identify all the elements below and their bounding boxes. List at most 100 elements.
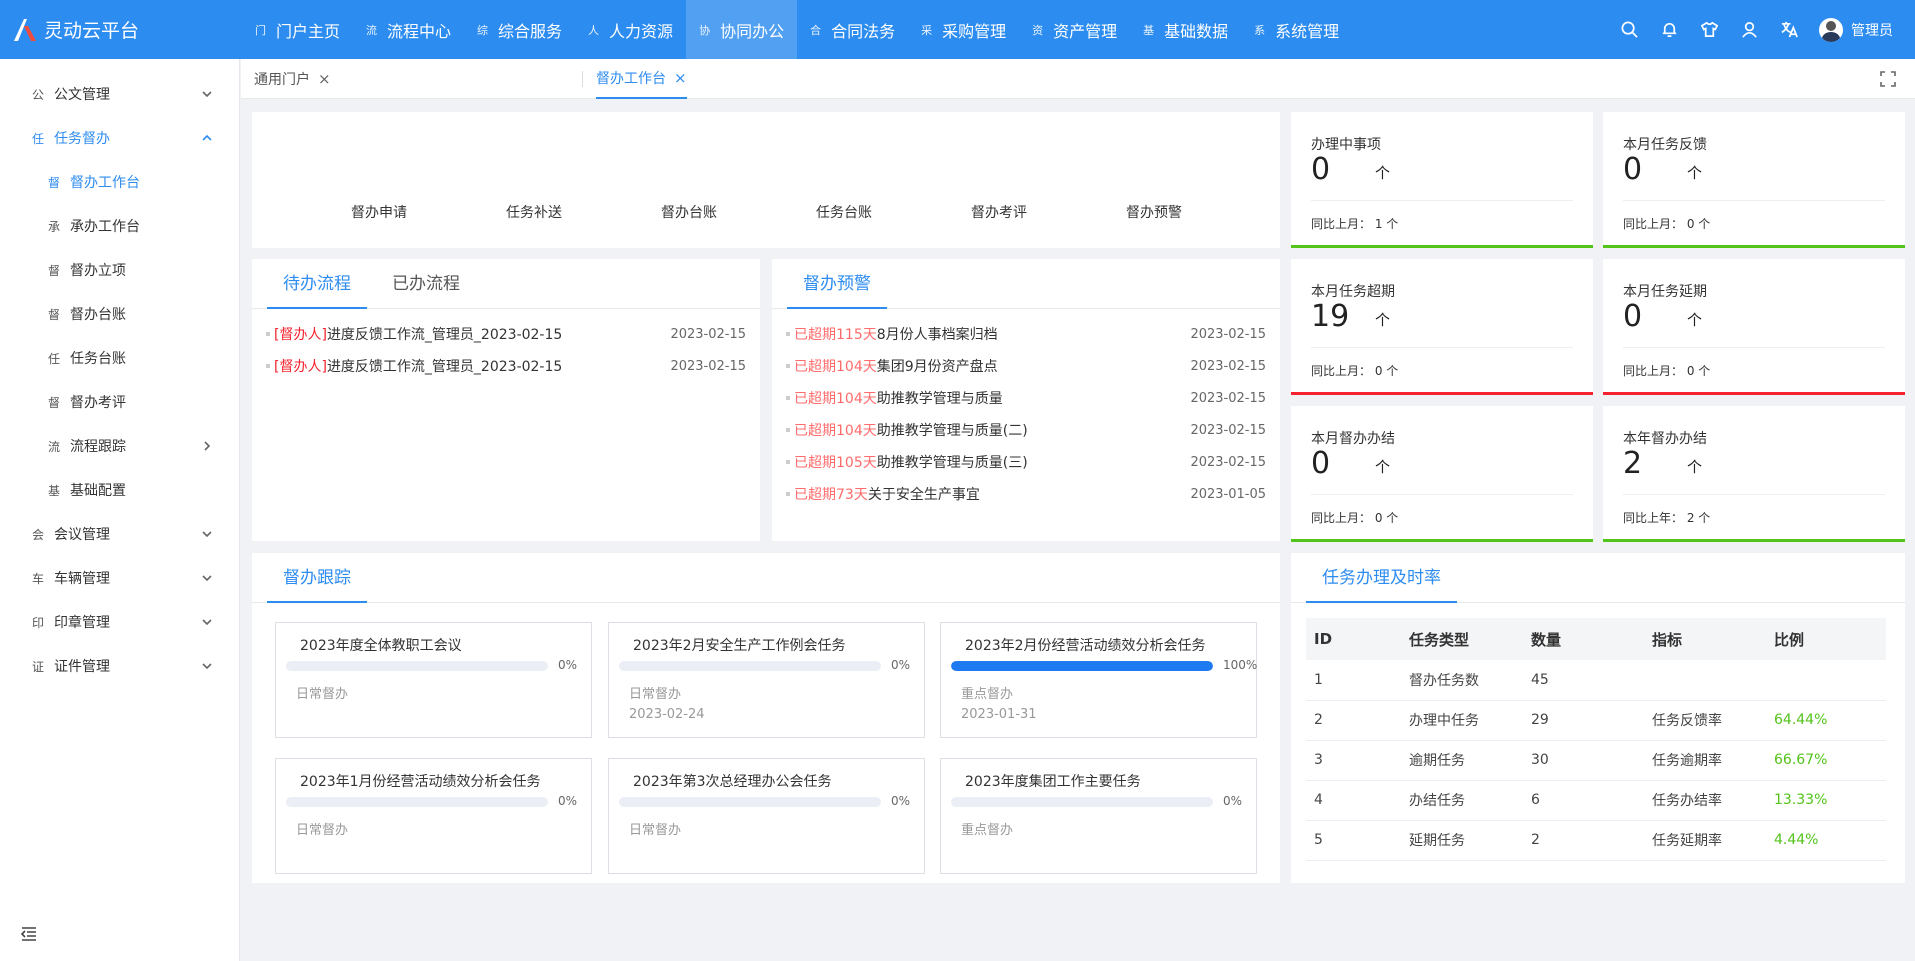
language-button[interactable]	[1769, 0, 1809, 59]
bullet	[786, 396, 790, 400]
tab-label: 通用门户	[254, 72, 310, 88]
profile-button[interactable]	[1729, 0, 1769, 59]
sidebar-item-supervise-project[interactable]: 督督办立项	[0, 248, 239, 292]
table-row[interactable]: 4 办结任务 6 任务办结率 13.33%	[1306, 780, 1886, 821]
table-row[interactable]: 1 督办任务数 45	[1306, 660, 1886, 701]
nav-item-hr[interactable]: 人人力资源	[575, 0, 686, 59]
tracking-card[interactable]: 2023年度集团工作主要任务 0% 重点督办	[940, 758, 1257, 874]
item-title: 助推教学管理与质量(三)	[876, 455, 1028, 471]
list-item[interactable]: 已超期104天 集团9月份资产盘点 2023-02-15	[786, 356, 1266, 376]
nav-contract-icon: 合	[810, 23, 822, 37]
theme-button[interactable]	[1689, 0, 1729, 59]
nav-item-process[interactable]: 流流程中心	[353, 0, 464, 59]
stat-unit: 个	[1687, 164, 1703, 182]
list-item[interactable]: 已超期73天 关于安全生产事宜 2023-01-05	[786, 484, 1266, 504]
list-item[interactable]: 已超期105天 助推教学管理与质量(三) 2023-02-15	[786, 452, 1266, 472]
sidebar-item-supervise-workbench[interactable]: 督督办工作台	[0, 160, 239, 204]
divider	[1623, 200, 1885, 201]
sidebar-item-process-tracking[interactable]: 流流程跟踪	[0, 424, 239, 468]
quick-link-supervise-ledger[interactable]: 督办台账	[661, 202, 717, 222]
close-icon[interactable]: ×	[318, 70, 331, 88]
tab-done-process[interactable]: 已办流程	[376, 259, 476, 309]
quick-link-task-ledger[interactable]: 任务台账	[816, 202, 872, 222]
tracking-card[interactable]: 2023年度全体教职工会议 0% 日常督办	[275, 622, 592, 738]
list-item[interactable]: 已超期115天 8月份人事档案归档 2023-02-15	[786, 324, 1266, 344]
quick-link-supervise-evaluation[interactable]: 督办考评	[971, 202, 1027, 222]
tracking-card[interactable]: 2023年2月安全生产工作例会任务 0% 日常督办 2023-02-24	[608, 622, 925, 738]
stat-card-yearly-completed[interactable]: 本年督办办结 2 个 同比上年： 2 个	[1603, 406, 1905, 542]
overdue-tag: 已超期104天	[794, 391, 877, 407]
nav-item-office[interactable]: 协协同办公	[686, 0, 798, 59]
stat-card-monthly-delay[interactable]: 本月任务延期 0 个 同比上月： 0 个	[1603, 259, 1905, 395]
stat-card-monthly-overdue[interactable]: 本月任务超期 19 个 同比上月： 0 个	[1291, 259, 1593, 395]
tab-divider	[582, 71, 583, 87]
close-icon[interactable]: ×	[674, 69, 687, 87]
sidebar-item-task-supervise[interactable]: 任任务督办	[0, 116, 239, 160]
sidebar-item-handle-workbench[interactable]: 承承办工作台	[0, 204, 239, 248]
sidebar-item-supervise-evaluation[interactable]: 督督办考评	[0, 380, 239, 424]
table-row[interactable]: 2 办理中任务 29 任务反馈率 64.44%	[1306, 700, 1886, 741]
tab-supervise-workbench[interactable]: 督办工作台 ×	[596, 59, 687, 99]
sidebar-item-document[interactable]: 公公文管理	[0, 72, 239, 116]
quick-link-supervise-warning[interactable]: 督办预警	[1126, 202, 1182, 222]
cell-type: 督办任务数	[1401, 660, 1523, 701]
list-item[interactable]: [督办人] 进度反馈工作流_管理员_2023-02-15 2023-02-15	[266, 356, 746, 376]
avatar	[1819, 17, 1843, 42]
stat-compare: 同比上月： 0 个	[1623, 217, 1711, 231]
divider	[1311, 200, 1573, 201]
tab-pending-process[interactable]: 待办流程	[267, 259, 367, 309]
user-menu[interactable]: 管理员	[1809, 17, 1915, 42]
progress-percent: 100%	[1223, 658, 1258, 672]
tab-task-rate[interactable]: 任务办理及时率	[1306, 553, 1457, 603]
table-row[interactable]: 3 逾期任务 30 任务逾期率 66.67%	[1306, 740, 1886, 781]
list-item[interactable]: [督办人] 进度反馈工作流_管理员_2023-02-15 2023-02-15	[266, 324, 746, 344]
nav-item-contract[interactable]: 合合同法务	[797, 0, 908, 59]
stat-title: 本月督办办结	[1311, 431, 1395, 447]
shirt-icon	[1700, 21, 1718, 38]
sidebar-item-certificate[interactable]: 证证件管理	[0, 644, 239, 688]
stat-card-monthly-completed[interactable]: 本月督办办结 0 个 同比上月： 0 个	[1291, 406, 1593, 542]
sidebar-item-meeting[interactable]: 会会议管理	[0, 512, 239, 556]
logo-icon	[14, 18, 36, 41]
stat-card-monthly-feedback[interactable]: 本月任务反馈 0 个 同比上月： 0 个	[1603, 112, 1905, 248]
list-item[interactable]: 已超期104天 助推教学管理与质量(二) 2023-02-15	[786, 420, 1266, 440]
sidebar-item-label: 流程跟踪	[70, 439, 126, 455]
process-tabs: 待办流程 已办流程	[252, 259, 760, 309]
table-row[interactable]: 5 延期任务 2 任务延期率 4.44%	[1306, 820, 1886, 861]
tracking-title: 2023年2月安全生产工作例会任务	[633, 638, 846, 654]
fullscreen-button[interactable]	[1879, 70, 1897, 88]
sidebar-item-task-ledger[interactable]: 任任务台账	[0, 336, 239, 380]
seal-icon: 印	[32, 615, 45, 630]
collapse-sidebar-button[interactable]	[20, 925, 38, 943]
nav-item-service[interactable]: 综综合服务	[464, 0, 575, 59]
stat-title: 本月任务反馈	[1623, 137, 1707, 153]
sidebar-item-seal[interactable]: 印印章管理	[0, 600, 239, 644]
tracking-card[interactable]: 2023年2月份经营活动绩效分析会任务 100% 重点督办 2023-01-31	[940, 622, 1257, 738]
sidebar-item-vehicle[interactable]: 车车辆管理	[0, 556, 239, 600]
cell-id: 2	[1306, 700, 1401, 741]
sidebar-item-base-config[interactable]: 基基础配置	[0, 468, 239, 512]
tracking-card[interactable]: 2023年第3次总经理办公会任务 0% 日常督办	[608, 758, 925, 874]
search-button[interactable]	[1609, 0, 1649, 59]
nav-item-purchase[interactable]: 采采购管理	[908, 0, 1019, 59]
app-logo[interactable]: 灵动云平台	[0, 16, 242, 43]
quick-link-task-supplement[interactable]: 任务补送	[506, 202, 562, 222]
list-item[interactable]: 已超期104天 助推教学管理与质量 2023-02-15	[786, 388, 1266, 408]
tab-general-portal[interactable]: 通用门户 ×	[254, 59, 331, 99]
nav-portal-icon: 门	[255, 23, 266, 37]
sidebar-item-supervise-ledger[interactable]: 督督办台账	[0, 292, 239, 336]
nav-item-portal[interactable]: 门门户主页	[242, 0, 353, 59]
progress-bar	[619, 661, 881, 671]
quick-link-supervise-apply[interactable]: 督办申请	[351, 202, 407, 222]
notification-button[interactable]	[1649, 0, 1689, 59]
supervise-icon: 督	[48, 395, 61, 410]
stat-card-in-progress[interactable]: 办理中事项 0 个 同比上月： 1 个	[1291, 112, 1593, 248]
tracking-card[interactable]: 2023年1月份经营活动绩效分析会任务 0% 日常督办	[275, 758, 592, 874]
progress-percent: 0%	[558, 794, 578, 808]
tab-supervise-tracking[interactable]: 督办跟踪	[267, 553, 367, 603]
nav-item-system[interactable]: 系系统管理	[1241, 0, 1352, 59]
nav-item-basedata[interactable]: 基基础数据	[1130, 0, 1241, 59]
tab-supervise-warning[interactable]: 督办预警	[787, 259, 887, 309]
nav-item-asset[interactable]: 资资产管理	[1019, 0, 1130, 59]
supervise-type: 日常督办	[629, 687, 682, 702]
